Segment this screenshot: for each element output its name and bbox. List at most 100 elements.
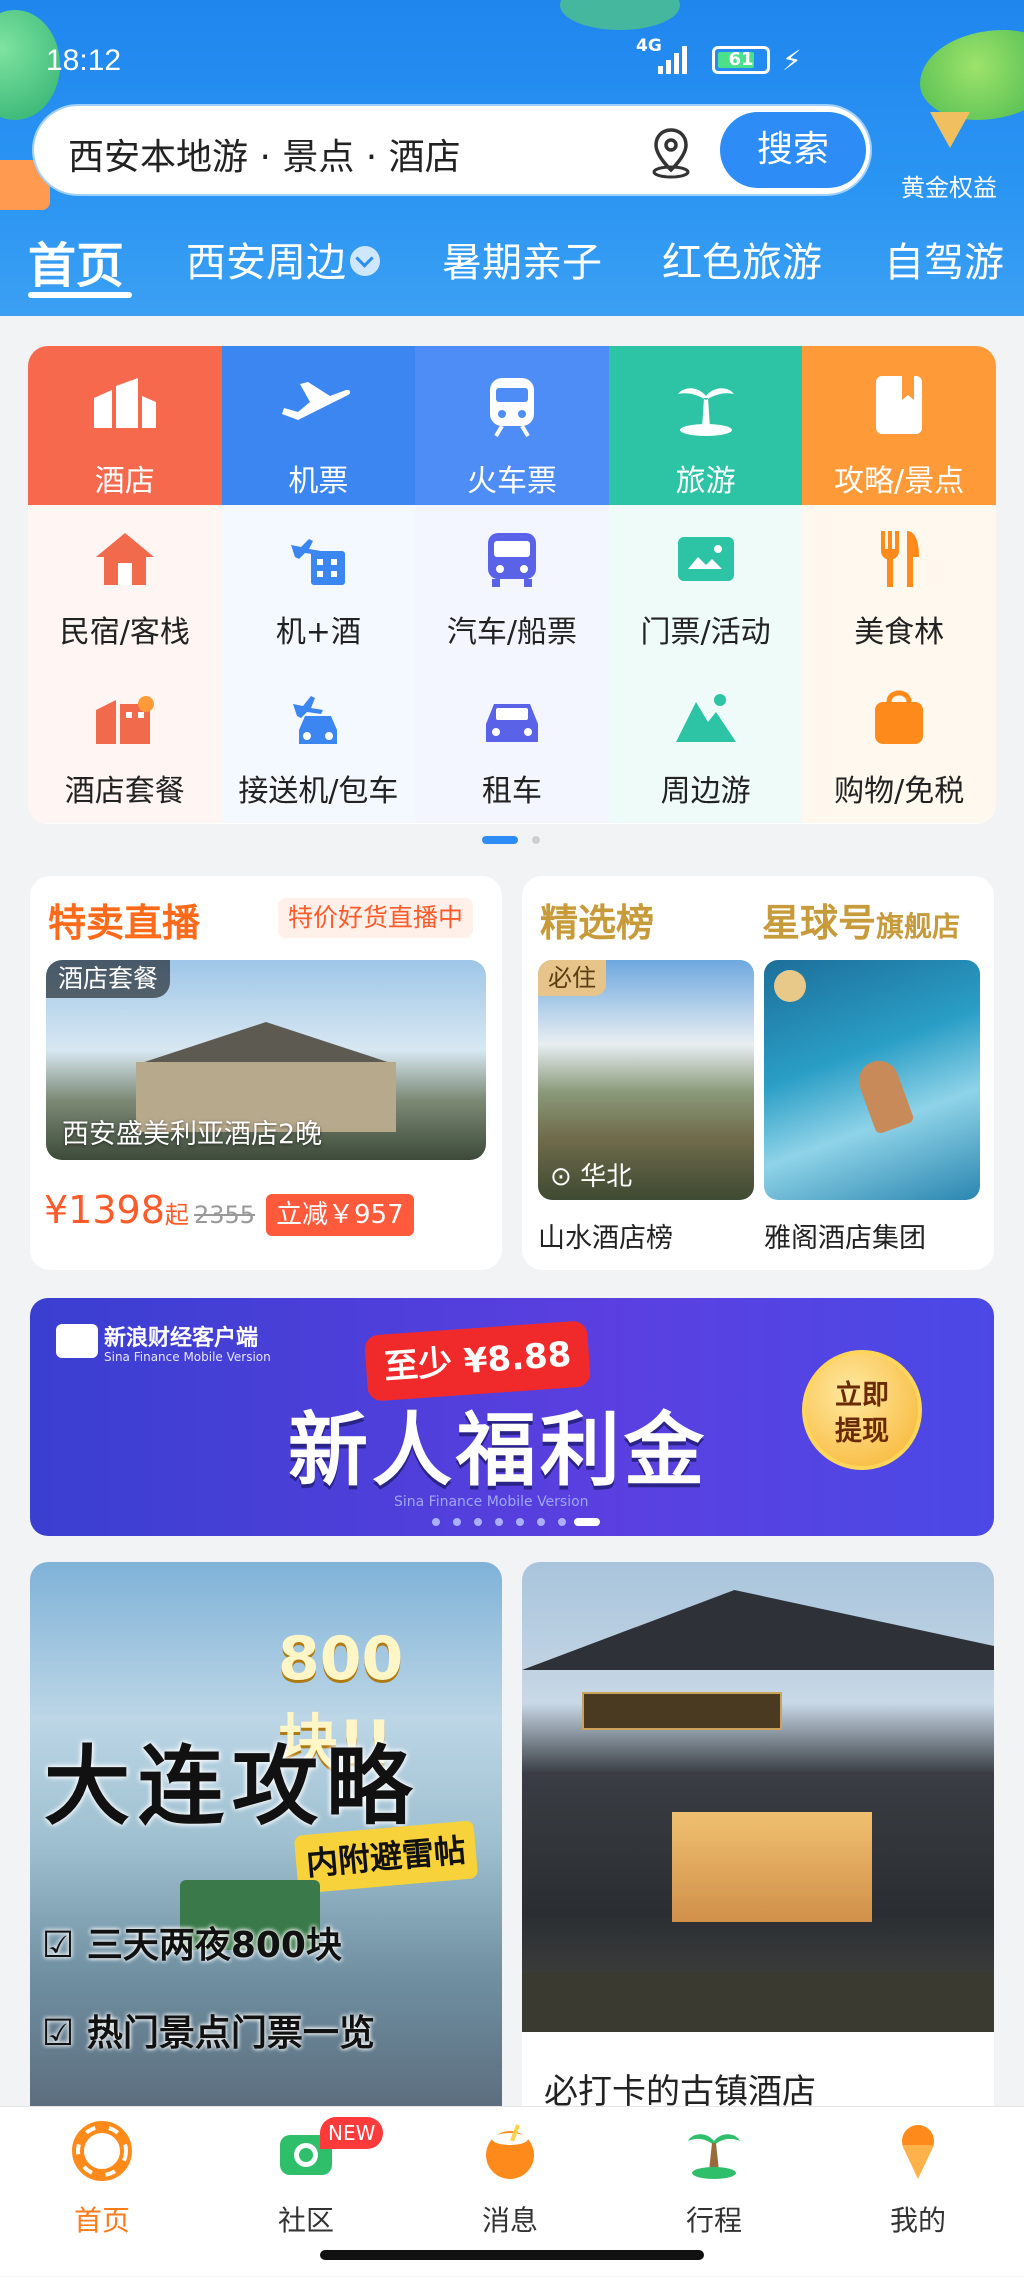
live-sale-title: 特卖直播 (48, 901, 201, 945)
promo-banner[interactable]: 新浪财经客户端 Sina Finance Mobile Version 至少 ¥… (30, 1298, 994, 1536)
feed-card-dalian-guide[interactable]: 800块!! 大连攻略 内附避雷帖 ☑ 三天两夜800块 ☑ 热门景点门票一览 (30, 1562, 502, 2122)
grid-item-label: 酒店套餐 (64, 774, 185, 809)
grid-item-car-rental[interactable]: 租车 (415, 664, 609, 823)
ticket-icon (677, 537, 734, 581)
grid-item-train[interactable]: 火车票 (415, 346, 609, 505)
grid-item-nearby-tour[interactable]: 周边游 (608, 664, 803, 823)
tab-home[interactable]: 首页 (28, 226, 124, 296)
grid-page-indicator (482, 836, 540, 844)
nav-label: 行程 (685, 2204, 742, 2237)
search-bar[interactable]: 西安本地游 · 景点 · 酒店 搜索 (32, 104, 872, 196)
hotel-icon (93, 378, 156, 428)
surfer-shape (853, 1055, 915, 1135)
hotel-package-badge: 酒店套餐 (46, 960, 171, 998)
surf-photo[interactable] (764, 960, 980, 1200)
feed-item-1-text: 三天两夜800块 (86, 1925, 342, 1966)
region-text: 华北 (580, 1162, 633, 1192)
grid-item-label: 美食林 (854, 615, 945, 650)
feed-item-2-text: 热门景点门票一览 (86, 2013, 375, 2054)
status-bar: 18:12 4G 61 ⚡ (0, 0, 1024, 110)
flight-hotel-icon (291, 539, 346, 585)
location-pin-icon: ⊙ (550, 1162, 581, 1192)
feed-title: 大连攻略 (44, 1737, 420, 1837)
ranking-label-2: 雅阁酒店集团 (764, 1223, 926, 1254)
tab-red-tourism[interactable]: 红色旅游 (662, 230, 822, 288)
banner-brand: 新浪财经客户端 (104, 1326, 259, 1351)
fork-knife-icon (881, 531, 920, 587)
ground-shape (522, 1972, 994, 2032)
nav-label: 我的 (889, 2204, 946, 2237)
location-pin-icon[interactable] (646, 126, 696, 180)
feed-card-ancient-town-hotel[interactable]: 必打卡的古镇酒店 (522, 1562, 994, 2122)
grid-item-label: 租车 (481, 774, 542, 809)
brand-store-title: 星球号旗舰店 (762, 892, 960, 947)
tab-xian-nearby-label: 西安周边 (186, 240, 346, 286)
price: ¥1398 (44, 1188, 165, 1232)
live-sale-card[interactable]: 特卖直播 特价好货直播中 酒店套餐 西安盛美利亚酒店2晚 ¥1398起 2355… (30, 876, 502, 1270)
discount-badge: 立减￥957 (266, 1194, 414, 1236)
grid-item-label: 酒店 (94, 464, 155, 499)
nav-profile[interactable]: 我的 (816, 2107, 1020, 2277)
original-price: 2355 (193, 1201, 256, 1229)
grid-item-homestay[interactable]: 民宿/客栈 (28, 505, 222, 664)
tab-xian-nearby[interactable]: 西安周边 (186, 230, 380, 288)
grid-item-flight-hotel[interactable]: 机+酒 (221, 505, 416, 664)
nav-label: 消息 (481, 2204, 538, 2237)
airport-transfer-icon (293, 696, 338, 744)
grid-item-hotel[interactable]: 酒店 (28, 346, 222, 505)
palm-tree-icon (688, 2134, 740, 2179)
banner-page-indicator (432, 1518, 600, 1526)
grid-item-hotel-package[interactable]: 酒店套餐 (28, 664, 222, 823)
home-indicator (320, 2250, 704, 2260)
guidebook-icon (876, 376, 923, 434)
shopping-bag-icon (875, 690, 924, 744)
battery-icon: 61 (712, 46, 770, 74)
grid-item-tickets[interactable]: 门票/活动 (608, 505, 803, 664)
roof-shape (522, 1590, 994, 1670)
search-input[interactable]: 西安本地游 · 景点 · 酒店 (68, 128, 461, 180)
mountain-icon (675, 694, 736, 742)
tab-summer-family[interactable]: 暑期亲子 (442, 230, 602, 288)
grid-item-label: 民宿/客栈 (59, 615, 190, 650)
brand-title: 星球号 (762, 901, 877, 945)
status-time: 18:12 (46, 44, 122, 77)
price-row: ¥1398起 2355 (44, 1188, 255, 1232)
palm-beach-icon (677, 388, 734, 436)
grid-item-shopping[interactable]: 购物/免税 (802, 664, 996, 823)
grid-item-transfer[interactable]: 接送机/包车 (221, 664, 416, 823)
grid-item-label: 接送机/包车 (238, 774, 399, 809)
planet-logo-icon (774, 970, 806, 1002)
price-suffix: 起 (164, 1201, 189, 1229)
hotel-exterior-photo (522, 1562, 994, 2032)
live-tag: 特价好货直播中 (278, 898, 474, 938)
battery-level: 61 (728, 49, 754, 70)
charging-icon: ⚡ (782, 44, 802, 77)
brand-suffix: 旗舰店 (876, 910, 961, 943)
tab-self-drive[interactable]: 自驾游 (884, 230, 1004, 288)
region-label: ⊙ 华北 (550, 1156, 632, 1193)
withdraw-button[interactable]: 立即提现 (802, 1350, 922, 1470)
grid-item-label: 汽车/船票 (446, 615, 578, 650)
home-ring-icon (72, 2121, 132, 2181)
sina-logo-icon (56, 1324, 98, 1358)
search-button[interactable]: 搜索 (720, 112, 866, 188)
hotel-package-icon (95, 696, 154, 744)
checkbox-icon: ☑ (42, 1925, 87, 1966)
must-stay-badge: 必住 (538, 960, 606, 996)
ice-cream-icon (902, 2125, 934, 2179)
nav-home[interactable]: 首页 (0, 2107, 204, 2277)
landscape-photo[interactable]: 必住 ⊙ 华北 (538, 960, 754, 1200)
category-tabs: 首页 西安周边 暑期亲子 红色旅游 自驾游 (0, 230, 1024, 300)
grid-item-travel[interactable]: 旅游 (608, 346, 803, 505)
grid-item-guide[interactable]: 攻略/景点 (802, 346, 996, 505)
bus-icon (487, 533, 536, 587)
hotel-roof-shape (144, 1022, 388, 1062)
grid-item-bus-ship[interactable]: 汽车/船票 (415, 505, 609, 664)
grid-item-food[interactable]: 美食林 (802, 505, 996, 664)
ranking-card[interactable]: 精选榜 星球号旗舰店 必住 ⊙ 华北 山水酒店榜 雅阁酒店集团 (522, 876, 994, 1270)
vip-benefits-button[interactable]: 黄金权益 (874, 100, 1024, 210)
grid-item-flight[interactable]: 机票 (221, 346, 416, 505)
grid-item-label: 购物/免税 (834, 774, 965, 809)
hotel-photo[interactable]: 酒店套餐 西安盛美利亚酒店2晚 (46, 960, 486, 1160)
house-icon (95, 533, 154, 585)
